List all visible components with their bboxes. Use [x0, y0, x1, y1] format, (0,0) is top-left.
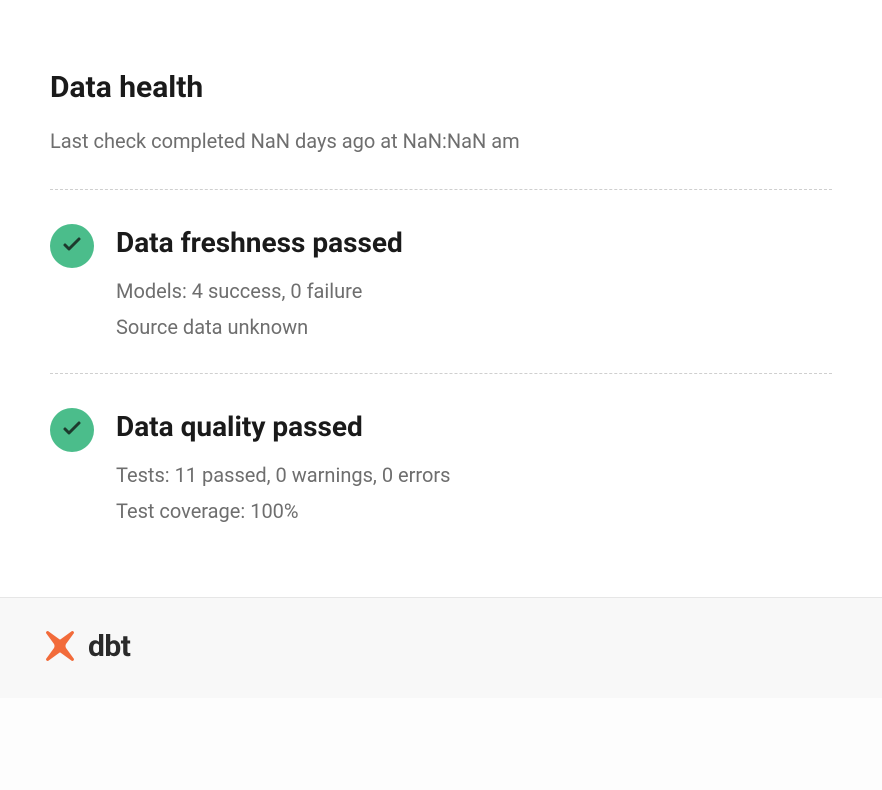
- main-panel: Data health Last check completed NaN day…: [0, 0, 882, 597]
- dbt-logo-icon: [42, 628, 78, 664]
- quality-content: Data quality passed Tests: 11 passed, 0 …: [116, 408, 451, 523]
- status-badge-freshness: [50, 224, 94, 268]
- quality-detail-coverage: Test coverage: 100%: [116, 499, 451, 523]
- freshness-detail-models: Models: 4 success, 0 failure: [116, 279, 403, 303]
- freshness-detail-source: Source data unknown: [116, 315, 403, 339]
- freshness-title: Data freshness passed: [116, 226, 403, 259]
- check-icon: [60, 416, 84, 444]
- page-title: Data health: [50, 70, 832, 105]
- freshness-content: Data freshness passed Models: 4 success,…: [116, 224, 403, 339]
- footer: dbt: [0, 597, 882, 698]
- last-check-text: Last check completed NaN days ago at NaN…: [50, 129, 832, 153]
- section-data-freshness: Data freshness passed Models: 4 success,…: [50, 190, 832, 373]
- status-badge-quality: [50, 408, 94, 452]
- check-icon: [60, 232, 84, 260]
- brand-logo: dbt: [42, 628, 130, 664]
- quality-title: Data quality passed: [116, 410, 451, 443]
- section-data-quality: Data quality passed Tests: 11 passed, 0 …: [50, 374, 832, 557]
- quality-detail-tests: Tests: 11 passed, 0 warnings, 0 errors: [116, 463, 451, 487]
- brand-name: dbt: [88, 629, 130, 664]
